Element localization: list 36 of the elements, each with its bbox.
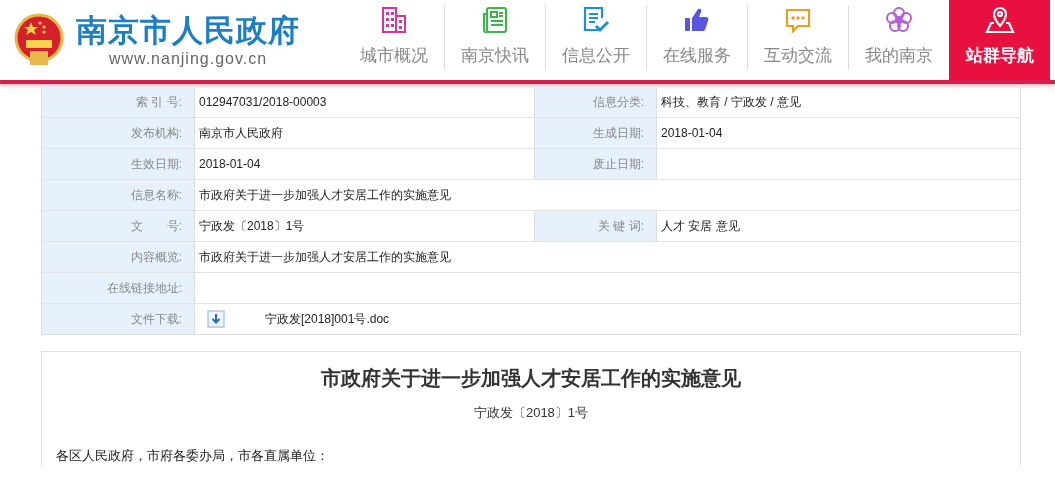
field-label: 文件下载: (42, 304, 195, 334)
field-label: 内容概览: (42, 242, 195, 272)
field-label: 生成日期: (535, 118, 657, 148)
field-value: 2018-01-04 (199, 156, 261, 173)
field-value: 市政府关于进一步加强人才安居工作的实施意见 (199, 249, 451, 266)
field-label: 信息分类: (535, 87, 657, 117)
field-value: 人才 安居 意见 (661, 218, 740, 235)
site-url: www.nanjing.gov.cn (108, 50, 268, 68)
field-label: 信息名称: (42, 180, 195, 210)
emblem-icon (14, 13, 64, 67)
download-icon[interactable] (207, 310, 225, 328)
field-value: 南京市人民政府 (199, 125, 283, 142)
salutation: 各区人民政府，市府各委办局，市各直属单位： (56, 448, 329, 464)
article-title: 市政府关于进一步加强人才安居工作的实施意见 (321, 366, 741, 391)
document-number: 宁政发〔2018〕1号 (473, 404, 589, 422)
file-link[interactable]: 宁政发[2018]001号.doc (265, 304, 390, 334)
field-label: 废止日期: (535, 149, 657, 179)
nav-tab[interactable]: 在线服务 (646, 0, 747, 80)
nav-tab[interactable]: 站群导航 (949, 0, 1050, 80)
field-label: 索 引 号: (42, 87, 195, 117)
field-value: 宁政发〔2018〕1号 (199, 218, 305, 235)
field-label: 生效日期: (42, 149, 195, 179)
nav-tab[interactable]: 南京快讯 (444, 0, 545, 80)
field-value: 市政府关于进一步加强人才安居工作的实施意见 (199, 187, 451, 204)
field-value: 012947031/2018-00003 (199, 94, 327, 111)
site-name: 南京市人民政府 (76, 12, 300, 48)
field-value: 科技、教育 / 宁政发 / 意见 (661, 94, 801, 111)
nav-tab[interactable]: 互动交流 (747, 0, 848, 80)
nav-tab[interactable]: 信息公开 (545, 0, 646, 80)
field-label: 发布机构: (42, 118, 195, 148)
field-label: 文 号: (42, 211, 195, 241)
field-label: 关 键 词: (535, 211, 657, 241)
field-value: 2018-01-04 (661, 125, 723, 142)
nav-tab[interactable]: 城市概况 (343, 0, 444, 80)
field-label: 在线链接地址: (42, 273, 195, 303)
nav-tab[interactable]: 我的南京 (848, 0, 949, 80)
